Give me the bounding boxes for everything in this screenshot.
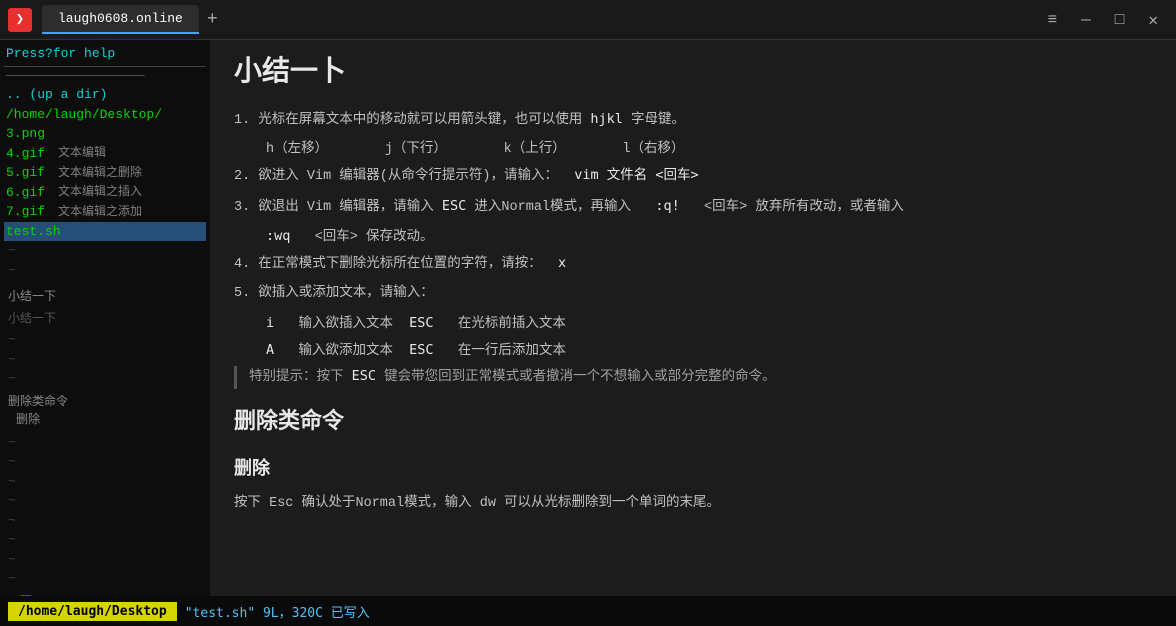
- section2-sub-heading: 删除: [234, 456, 1160, 485]
- section2-para: 按下 Esc 确认处于Normal模式，输入 dw 可以从光标删除到一个单词的末…: [234, 493, 1160, 515]
- sidebar-section-label1: 小结一下: [8, 288, 202, 306]
- tilde-line: ~: [8, 511, 206, 531]
- file-5gif[interactable]: 5.gif 文本编辑之删除: [4, 163, 206, 183]
- sidebar-section2: 小结一下: [4, 310, 206, 328]
- vim-tildes: ~ ~: [4, 241, 206, 280]
- sidebar-delete-label: 删除类命令: [8, 393, 202, 411]
- file-3png[interactable]: 3.png: [4, 124, 206, 144]
- content-item-4: 3. 欲退出 Vim 编辑器，请输入 ESC 进入Normal模式，再输入 :q…: [234, 196, 1160, 219]
- content-item-1: 1. 光标在屏幕文本中的移动就可以用箭头键，也可以使用 hjkl 字母键。: [234, 109, 1160, 132]
- sidebar-delete-section: 删除类命令 删除: [4, 389, 206, 433]
- tilde-line: ~: [8, 350, 206, 370]
- content-panel: 小结一卜 1. 光标在屏幕文本中的移动就可以用箭头键，也可以使用 hjkl 字母…: [210, 40, 1176, 596]
- content-item-6: 4. 在正常模式下删除光标所在位置的字符，请按： x: [234, 253, 1160, 276]
- tilde-line: ~: [8, 550, 206, 570]
- terminal-panel: Press ? for help ───────────────────── .…: [0, 40, 210, 596]
- help-prompt-line: Press ? for help: [4, 44, 206, 64]
- tilde-line: ~: [8, 569, 206, 589]
- section2-heading: 删除类命令: [234, 405, 1160, 440]
- window-controls: ≡ — □ ✕: [1038, 6, 1168, 34]
- question-mark: ?: [45, 44, 53, 64]
- current-path: /home/laugh/Desktop/: [4, 105, 206, 125]
- tilde-line: ~: [8, 530, 206, 550]
- tilde-line: ~: [8, 472, 206, 492]
- content-item-9: A 输入欲添加文本 ESC 在一行后添加文本: [266, 340, 1160, 363]
- close-button[interactable]: ✕: [1138, 6, 1168, 34]
- content-item-5: :wq <回车> 保存改动。: [266, 226, 1160, 249]
- tilde-line: ~: [8, 491, 206, 511]
- minimize-button[interactable]: —: [1071, 7, 1101, 33]
- menu-button[interactable]: ≡: [1038, 7, 1068, 33]
- sidebar-section1: 小结一下: [4, 284, 206, 310]
- tilde-line: ~: [8, 369, 206, 389]
- tilde-line: ~: [8, 330, 206, 350]
- new-tab-button[interactable]: +: [207, 10, 218, 30]
- for-help-text: for help: [53, 44, 115, 64]
- file-4gif[interactable]: 4.gif 文本编辑: [4, 144, 206, 164]
- main-heading: 小结一卜: [234, 52, 1160, 97]
- terminal-tab[interactable]: laugh0608.online: [42, 5, 199, 34]
- file-7gif[interactable]: 7.gif 文本编辑之添加: [4, 202, 206, 222]
- press-text: Press: [6, 44, 45, 64]
- statusbar-info: "test.sh" 9L，320C 已写入: [185, 602, 370, 621]
- tilde-line: ~: [8, 241, 206, 261]
- statusbar-path: /home/laugh/Desktop: [8, 602, 177, 621]
- dotdot-dir[interactable]: .. (up a dir): [4, 85, 206, 105]
- file-6gif[interactable]: 6.gif 文本编辑之插入: [4, 183, 206, 203]
- vim-tildes3: ~ ~ ~ ~ ~ ~ ~ ~: [4, 433, 206, 589]
- vim-tildes2: ~ ~ ~: [4, 330, 206, 389]
- file-testsh[interactable]: test.sh: [4, 222, 206, 242]
- content-item-2: h（左移） j（下行） k（上行） l（右移）: [266, 139, 1160, 161]
- tilde-line: ~: [8, 261, 206, 281]
- content-item-7: 5. 欲插入或添加文本，请输入：: [234, 283, 1160, 305]
- tilde-line: ~: [8, 433, 206, 453]
- app-icon: ❯: [8, 8, 32, 32]
- maximize-button[interactable]: □: [1105, 7, 1135, 33]
- content-item-3: 2. 欲进入 Vim 编辑器(从命令行提示符)，请输入： vim 文件名 <回车…: [234, 165, 1160, 188]
- sidebar-smalltitles: 小结一下: [8, 310, 202, 328]
- sidebar-bottom-indicator: 一下: [4, 589, 206, 597]
- tilde-line: ~: [8, 452, 206, 472]
- main-area: Press ? for help ───────────────────── .…: [0, 40, 1176, 596]
- statusbar: /home/laugh/Desktop "test.sh" 9L，320C 已写…: [0, 596, 1176, 626]
- titlebar: ❯ laugh0608.online + ≡ — □ ✕: [0, 0, 1176, 40]
- content-item-8: i 输入欲插入文本 ESC 在光标前插入文本: [266, 313, 1160, 336]
- sidebar-delete-sub: 删除: [16, 411, 202, 429]
- tab-label: laugh0608.online: [58, 11, 183, 26]
- separator-line2: ─────────────────────: [4, 69, 206, 86]
- content-blockquote: 特别提示：按下 ESC 键会带您回到正常模式或者撤消一个不想输入或部分完整的命令…: [234, 366, 1160, 389]
